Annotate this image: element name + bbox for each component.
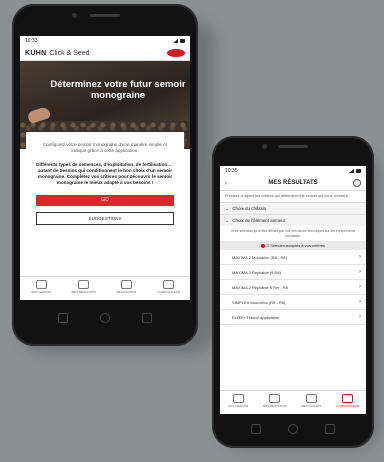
speaker-grille xyxy=(278,145,308,148)
chevron-right-icon: › xyxy=(359,284,361,290)
result-item[interactable]: SIMPLEX Monobloc (R8 - R8) › xyxy=(220,295,366,310)
tab-comparateur[interactable]: COMPARATEUR xyxy=(330,394,367,408)
bottom-tab-bar: MON SEMOIR MES RÉSULTATS MES FAVORIS COM… xyxy=(220,390,366,414)
results-header: ‹ MES RÉSULTATS i xyxy=(220,176,366,191)
chevron-down-icon: ⌄ xyxy=(225,205,230,212)
tab-label: MES RÉSULTATS xyxy=(262,404,287,408)
compare-icon xyxy=(342,394,354,403)
chevron-right-icon: › xyxy=(359,254,361,260)
info-icon[interactable]: i xyxy=(353,179,361,187)
kuhn-logo-icon xyxy=(167,49,185,57)
tab-label: MES FAVORIS xyxy=(301,404,322,408)
intro-bold-text: Différents types de semences, d'exploita… xyxy=(36,162,174,185)
left-screen: 10:33 KUHN Click & Seed Déterminez votre… xyxy=(20,36,190,300)
results-icon xyxy=(269,394,281,403)
back-key-icon[interactable] xyxy=(58,313,68,323)
result-item[interactable]: ELITE+ Tractor application › xyxy=(220,310,366,325)
suggestions-button[interactable]: SUGGESTIONS xyxy=(36,212,174,225)
hero-title: Déterminez votre futur semoir monograine xyxy=(50,79,186,101)
result-label: MAXIMA 2 Repliable (6 R8) xyxy=(232,269,281,275)
tab-mes-favoris[interactable]: MES FAVORIS xyxy=(293,394,330,408)
recent-key-icon[interactable] xyxy=(142,313,152,323)
chevron-right-icon: › xyxy=(359,299,361,305)
app-title: Click & Seed xyxy=(49,49,90,57)
tab-mon-semoir[interactable]: MON SEMOIR xyxy=(220,394,257,408)
tab-comparateur[interactable]: COMPARATEUR xyxy=(148,280,191,294)
tab-mon-semoir[interactable]: MON SEMOIR xyxy=(20,280,63,294)
back-key-icon[interactable] xyxy=(251,424,262,434)
status-bar: 10:35 xyxy=(220,166,366,176)
front-camera xyxy=(262,144,267,149)
right-screen: 10:35 ‹ MES RÉSULTATS i Précisez ci-aprè… xyxy=(220,166,366,414)
result-label: ELITE+ Tractor application xyxy=(232,314,280,320)
left-phone: 10:33 KUHN Click & Seed Déterminez votre… xyxy=(12,4,198,346)
result-item[interactable]: MAXIMA 2 Monobloc (R8 - R8) › xyxy=(220,250,366,265)
tab-mes-favoris[interactable]: MES FAVORIS xyxy=(105,280,148,294)
speaker-grille xyxy=(90,14,120,17)
result-item[interactable]: MAXIMA 2 Repliable 8 Rm - R8 › xyxy=(220,280,366,295)
chevron-right-icon: › xyxy=(359,314,361,320)
choice-label: Choix de l'élément semeur xyxy=(232,218,286,223)
match-indicator-icon xyxy=(260,243,265,248)
home-key-icon[interactable] xyxy=(100,313,110,323)
battery-icon xyxy=(180,39,185,43)
result-label: SIMPLEX Monobloc (R8 - R8) xyxy=(232,299,286,305)
page-title: MES RÉSULTATS xyxy=(268,180,318,186)
tab-label: COMPARATEUR xyxy=(336,404,360,408)
status-time: 10:33 xyxy=(25,38,38,44)
home-key-icon[interactable] xyxy=(287,424,298,434)
choice-chassis[interactable]: ⌄ Choix du châssis xyxy=(220,202,366,214)
favorites-icon xyxy=(120,280,132,289)
tab-mes-resultats[interactable]: MES RÉSULTATS xyxy=(63,280,106,294)
compare-icon xyxy=(163,280,175,289)
recent-key-icon[interactable] xyxy=(324,424,335,434)
result-label: MAXIMA 2 Repliable 8 Rm - R8 xyxy=(232,284,289,290)
choice-element-semeur[interactable]: ⌄ Choix de l'élément semeur xyxy=(220,214,366,226)
match-count-label: 2 Semoirs adaptés à vos critères xyxy=(266,243,326,248)
tab-label: MES FAVORIS xyxy=(116,290,137,294)
tab-label: COMPARATEUR xyxy=(157,290,181,294)
chevron-down-icon: ⌄ xyxy=(225,217,230,224)
seeder-icon xyxy=(232,394,244,403)
battery-icon xyxy=(356,169,361,173)
signal-icon xyxy=(349,169,354,173)
status-bar: 10:33 xyxy=(20,36,190,46)
result-item[interactable]: MAXIMA 2 Repliable (6 R8) › xyxy=(220,265,366,280)
hardware-nav xyxy=(42,310,168,326)
status-time: 10:35 xyxy=(225,168,238,174)
result-label: MAXIMA 2 Monobloc (R8 - R8) xyxy=(232,254,287,260)
back-arrow-icon[interactable]: ‹ xyxy=(225,180,227,187)
intro-card: Configurez votre semoir monograine d'une… xyxy=(26,132,184,272)
bottom-tab-bar: MON SEMOIR MES RÉSULTATS MES FAVORIS COM… xyxy=(20,276,190,300)
tab-label: MON SEMOIR xyxy=(228,404,249,408)
selection-note: Votre sélection peut être affinée par vo… xyxy=(230,229,356,238)
chevron-right-icon: › xyxy=(359,269,361,275)
favorites-icon xyxy=(305,394,317,403)
seeder-icon xyxy=(35,280,47,289)
app-header: KUHN Click & Seed xyxy=(20,46,190,61)
hardware-nav xyxy=(238,422,348,436)
tab-label: MES RÉSULTATS xyxy=(71,290,96,294)
brand-name: KUHN xyxy=(25,49,47,57)
intro-text: Configurez votre semoir monograine d'une… xyxy=(42,142,168,153)
results-icon xyxy=(78,280,90,289)
results-intro: Précisez ci-après les critères qui déter… xyxy=(225,194,349,198)
match-count-bar: 2 Semoirs adaptés à vos critères xyxy=(220,241,366,250)
go-button[interactable]: GO xyxy=(36,195,174,206)
tab-label: MON SEMOIR xyxy=(31,290,52,294)
signal-icon xyxy=(173,39,178,43)
right-phone: 10:35 ‹ MES RÉSULTATS i Précisez ci-aprè… xyxy=(212,136,374,448)
choice-label: Choix du châssis xyxy=(232,206,267,211)
tab-mes-resultats[interactable]: MES RÉSULTATS xyxy=(257,394,294,408)
front-camera xyxy=(72,13,77,18)
